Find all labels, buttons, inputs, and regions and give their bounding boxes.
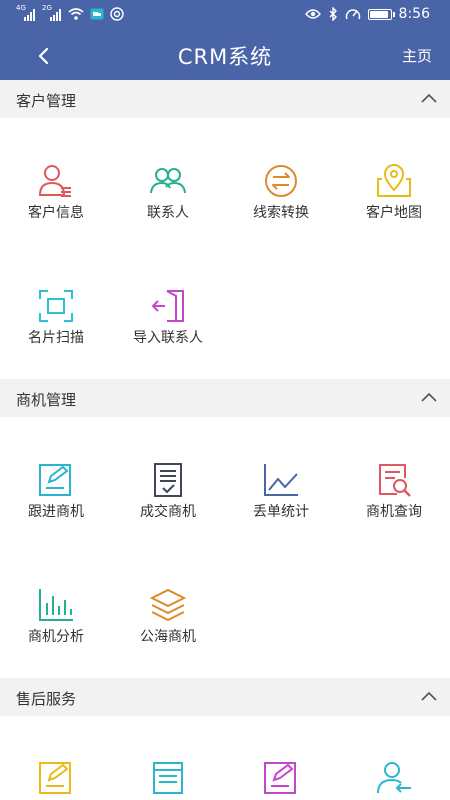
nav-bar: CRM系统 主页 xyxy=(0,30,450,80)
edit-card-icon xyxy=(264,762,296,794)
bar-chart-icon xyxy=(39,589,73,621)
user-return-icon xyxy=(377,762,411,794)
grid-item-after-sales-1[interactable] xyxy=(0,760,112,799)
grid-item-after-sales-2[interactable] xyxy=(112,760,224,799)
status-right: 8:56 xyxy=(304,6,430,22)
page-title: CRM系统 xyxy=(177,45,273,69)
grid-item-label: 丢单统计 xyxy=(253,504,309,520)
eye-icon xyxy=(304,9,321,19)
grid-item-lost-stats[interactable]: 丢单统计 xyxy=(225,462,337,521)
battery-icon xyxy=(367,8,395,20)
bluetooth-icon xyxy=(329,7,337,21)
chevron-up-icon[interactable] xyxy=(420,689,438,703)
grid-item-after-sales-3[interactable] xyxy=(225,760,337,799)
signal-2-icon: 2G xyxy=(42,4,62,21)
import-icon xyxy=(151,290,184,322)
grid-item-lead-conversion[interactable]: 线索转换 xyxy=(225,163,337,222)
grid-item-card-scan[interactable]: 名片扫描 xyxy=(0,288,112,347)
grid-item-label: 跟进商机 xyxy=(28,504,84,520)
section-title: 客户管理 xyxy=(16,92,77,110)
grid-item-customer-info[interactable]: 客户信息 xyxy=(0,163,112,222)
chevron-up-icon[interactable] xyxy=(420,390,438,404)
user-list-icon xyxy=(38,165,71,197)
grid-item-closed-deals[interactable]: 成交商机 xyxy=(112,462,224,521)
section-header-customer[interactable]: 客户管理 xyxy=(0,80,450,118)
grid-item-label: 公海商机 xyxy=(140,629,196,645)
status-bar: 4G 2G 8:56 xyxy=(0,0,450,30)
grid-item-customer-map[interactable]: 客户地图 xyxy=(338,163,450,222)
grid-item-label: 联系人 xyxy=(147,205,189,221)
scan-icon xyxy=(39,290,73,322)
exchange-icon xyxy=(265,165,297,197)
grid-item-label: 商机查询 xyxy=(366,504,422,520)
grid-item-label: 商机分析 xyxy=(28,629,84,645)
grid-item-label: 客户信息 xyxy=(28,205,84,221)
map-pin-icon xyxy=(377,164,411,197)
section-header-opportunity[interactable]: 商机管理 xyxy=(0,379,450,417)
grid-item-opportunity-search[interactable]: 商机查询 xyxy=(338,462,450,521)
grid-item-follow-up[interactable]: 跟进商机 xyxy=(0,462,112,521)
grid-item-label: 客户地图 xyxy=(366,205,422,221)
section-title: 商机管理 xyxy=(16,391,77,409)
grid-item-label: 名片扫描 xyxy=(28,330,84,346)
contacts-icon xyxy=(150,168,186,194)
grid-item-label: 线索转换 xyxy=(253,205,309,221)
grid-item-contacts[interactable]: 联系人 xyxy=(112,163,224,222)
edit-card-icon xyxy=(39,762,71,794)
grid-item-opportunity-analysis[interactable]: 商机分析 xyxy=(0,587,112,646)
doc-icon xyxy=(153,762,183,794)
grid-item-public-pool[interactable]: 公海商机 xyxy=(112,587,224,646)
grid-item-label: 导入联系人 xyxy=(133,330,203,346)
chevron-up-icon[interactable] xyxy=(420,91,438,105)
signal-1-icon: 4G xyxy=(16,4,36,21)
grid-item-import-contacts[interactable]: 导入联系人 xyxy=(112,288,224,347)
status-time: 8:56 xyxy=(398,6,430,22)
grid-item-after-sales-4[interactable] xyxy=(338,760,450,799)
section-title: 售后服务 xyxy=(16,690,77,708)
line-chart-icon xyxy=(264,464,298,496)
search-doc-icon xyxy=(379,464,411,497)
checked-doc-icon xyxy=(154,463,182,497)
section-header-after-sales[interactable]: 售后服务 xyxy=(0,678,450,716)
speedometer-icon xyxy=(345,9,360,20)
home-button[interactable]: 主页 xyxy=(402,45,432,66)
app-notification-icon xyxy=(90,8,104,20)
edit-card-icon xyxy=(39,464,71,496)
layers-icon xyxy=(149,588,187,622)
notification-icon xyxy=(110,7,124,21)
status-left: 4G 2G xyxy=(16,4,124,21)
wifi-icon xyxy=(68,8,84,20)
grid-item-label: 成交商机 xyxy=(140,504,196,520)
